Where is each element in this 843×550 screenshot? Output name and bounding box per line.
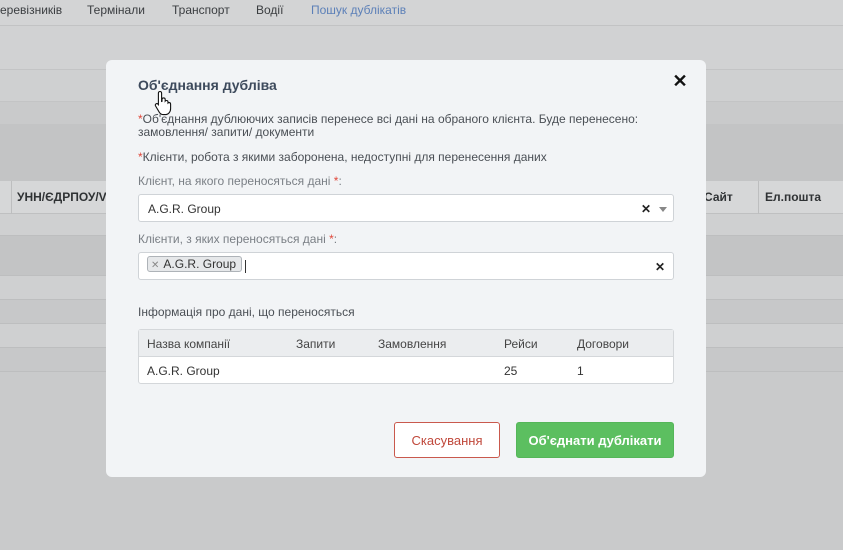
nav-item-transport[interactable]: Транспорт (172, 3, 230, 17)
cell-contracts: 1 (577, 364, 584, 378)
source-clients-label: Клієнти, з яких переносяться дані *: (138, 232, 338, 246)
merge-info-note: *Об'єднання дублюючих записів перенесе в… (138, 112, 639, 139)
cell-company-name: A.G.R. Group (147, 364, 220, 378)
text-cursor (245, 260, 246, 273)
tag-remove-icon[interactable]: ✕ (151, 260, 159, 271)
header-trips: Рейси (504, 337, 538, 351)
nav-item-terminals[interactable]: Термінали (87, 3, 145, 17)
source-clients-multiselect[interactable]: ✕ A.G.R. Group ✕ (138, 252, 674, 280)
header-requests: Запити (296, 337, 336, 351)
cancel-button[interactable]: Скасування (394, 422, 500, 458)
merge-duplicates-button[interactable]: Об'єднати дублікати (516, 422, 674, 458)
header-company-name: Назва компанії (147, 337, 231, 351)
clear-icon[interactable]: ✕ (641, 202, 651, 216)
source-client-tag: ✕ A.G.R. Group (147, 256, 243, 272)
clear-icon[interactable]: ✕ (655, 260, 665, 274)
column-header-email: Ел.пошта (765, 190, 822, 204)
close-icon[interactable]: ✕ (671, 72, 689, 90)
top-navigation: еревізників Термінали Транспорт Водії По… (0, 0, 843, 26)
restriction-note: *Клієнти, робота з якими заборонена, нед… (138, 150, 547, 164)
chevron-down-icon[interactable] (659, 207, 667, 212)
header-contracts: Договори (577, 337, 630, 351)
header-orders: Замовлення (378, 337, 447, 351)
nav-item-carriers[interactable]: еревізників (0, 3, 62, 17)
column-header-site: Сайт (704, 190, 733, 204)
cell-trips: 25 (504, 364, 518, 378)
table-header: Назва компанії Запити Замовлення Рейси Д… (139, 330, 673, 357)
transfer-info-table: Назва компанії Запити Замовлення Рейси Д… (138, 329, 674, 384)
column-header-tax-id: УНН/ЄДРПОУ/V (17, 190, 107, 204)
nav-item-duplicate-search[interactable]: Пошук дублікатів (311, 3, 406, 17)
target-client-label: Клієнт, на якого переносяться дані *: (138, 174, 342, 188)
target-client-select[interactable]: A.G.R. Group ✕ (138, 194, 674, 222)
nav-item-drivers[interactable]: Водії (256, 3, 283, 17)
merge-duplicates-dialog: Об'єднання дубліва ✕ *Об'єднання дублююч… (106, 60, 706, 477)
transfer-info-title: Інформація про дані, що переносяться (138, 305, 355, 319)
target-client-value: A.G.R. Group (148, 202, 221, 216)
